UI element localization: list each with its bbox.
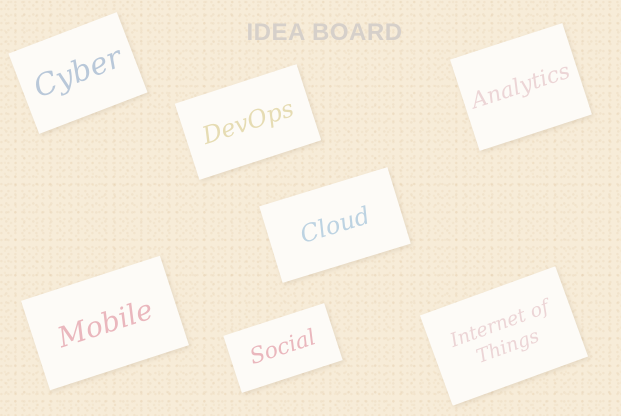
card-analytics-label: Analytics xyxy=(468,59,574,115)
card-iot-label: Internet of Things xyxy=(447,296,552,368)
idea-board: IDEA BOARD Cyber DevOps Analytics Cloud … xyxy=(0,0,621,416)
card-mobile[interactable]: Mobile xyxy=(21,255,189,391)
card-cloud[interactable]: Cloud xyxy=(259,167,411,283)
card-iot[interactable]: Internet of Things xyxy=(419,266,589,406)
card-cloud-label: Cloud xyxy=(296,201,374,249)
card-devops-label: DevOps xyxy=(198,94,298,150)
card-social[interactable]: Social xyxy=(223,303,343,393)
card-cyber-label: Cyber xyxy=(29,40,127,106)
card-social-label: Social xyxy=(246,325,320,371)
card-mobile-label: Mobile xyxy=(53,292,157,354)
card-devops[interactable]: DevOps xyxy=(174,64,322,180)
